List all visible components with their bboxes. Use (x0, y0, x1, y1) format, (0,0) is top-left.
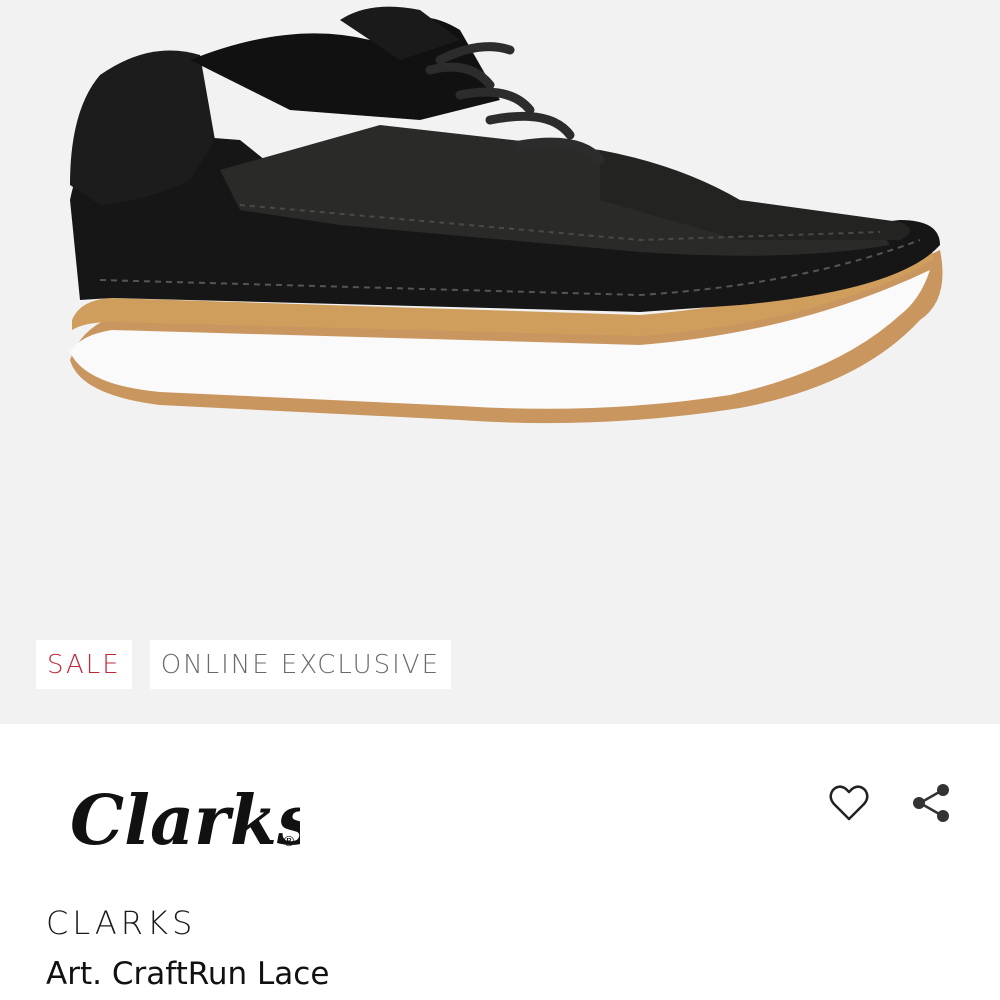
brand-logo[interactable]: Clarks ® (70, 764, 315, 864)
product-page: SALE ONLINE EXCLUSIVE Clarks ® CLARKS Ar (0, 0, 1000, 1000)
product-title: Art. CraftRun Lace (46, 956, 330, 992)
product-brand: CLARKS (46, 904, 197, 942)
clarks-logo-image: Clarks ® (70, 781, 315, 861)
heart-icon[interactable] (826, 780, 872, 826)
svg-text:Clarks: Clarks (70, 781, 300, 861)
svg-text:®: ® (282, 834, 296, 850)
online-exclusive-badge: ONLINE EXCLUSIVE (149, 640, 452, 689)
product-actions (826, 780, 954, 826)
sale-badge: SALE (36, 640, 132, 689)
product-image-area: SALE ONLINE EXCLUSIVE (0, 0, 1000, 724)
product-image[interactable] (40, 0, 960, 460)
product-info: Clarks ® CLARKS Art. CraftRun Lace (0, 724, 1000, 1000)
badge-row: SALE ONLINE EXCLUSIVE (36, 640, 452, 689)
share-icon[interactable] (908, 780, 954, 826)
